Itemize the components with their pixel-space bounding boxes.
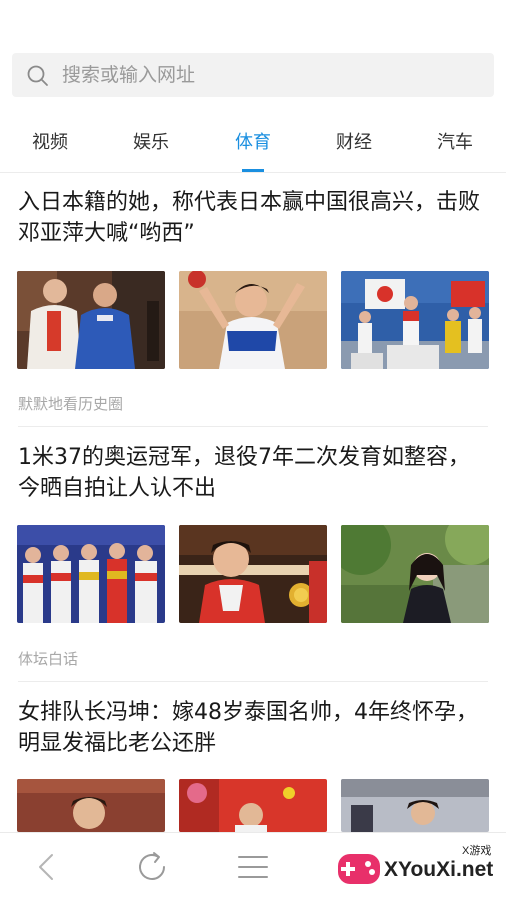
news-source: 默默地看历史圈 — [18, 395, 124, 413]
gamepad-icon — [338, 854, 380, 884]
category-tabs: 视频 娱乐 体育 财经 汽车 — [0, 114, 506, 173]
search-input[interactable]: 搜索或输入网址 — [62, 53, 195, 97]
news-thumbnail[interactable] — [17, 271, 165, 369]
menu-icon[interactable] — [233, 847, 273, 887]
tab-auto[interactable]: 汽车 — [405, 114, 505, 172]
active-tab-indicator — [242, 169, 264, 172]
tab-video[interactable]: 视频 — [0, 114, 100, 172]
news-source: 体坛白话 — [18, 650, 79, 668]
watermark-logo: X游戏 XYouXi.net — [332, 842, 502, 896]
news-thumbnail[interactable] — [179, 525, 327, 623]
news-title[interactable]: 女排队长冯坤：嫁48岁泰国名帅，4年终怀孕，明显发福比老公还胖 — [18, 697, 488, 759]
search-icon — [27, 65, 48, 86]
divider — [18, 681, 488, 682]
tab-entertainment[interactable]: 娱乐 — [101, 114, 201, 172]
news-thumbnail[interactable] — [179, 271, 327, 369]
news-thumbnail[interactable] — [17, 525, 165, 623]
news-thumbnail[interactable] — [17, 779, 165, 832]
news-thumbnail[interactable] — [341, 525, 489, 623]
watermark-text: XYouXi.net — [384, 858, 494, 881]
refresh-icon[interactable] — [132, 847, 172, 887]
news-title[interactable]: 1米37的奥运冠军，退役7年二次发育如整容，今晒自拍让人认不出 — [18, 442, 488, 504]
divider — [18, 426, 488, 427]
news-thumbnail[interactable] — [179, 779, 327, 832]
news-thumbnail[interactable] — [341, 271, 489, 369]
tab-finance[interactable]: 财经 — [304, 114, 404, 172]
watermark-small-text: X游戏 — [462, 845, 492, 857]
tab-sports[interactable]: 体育 — [203, 114, 303, 172]
news-title[interactable]: 入日本籍的她，称代表日本赢中国很高兴，击败邓亚萍大喊“哟西” — [18, 187, 488, 249]
search-bar[interactable]: 搜索或输入网址 — [12, 53, 494, 97]
news-thumbnail[interactable] — [341, 779, 489, 832]
back-icon[interactable] — [28, 847, 68, 887]
